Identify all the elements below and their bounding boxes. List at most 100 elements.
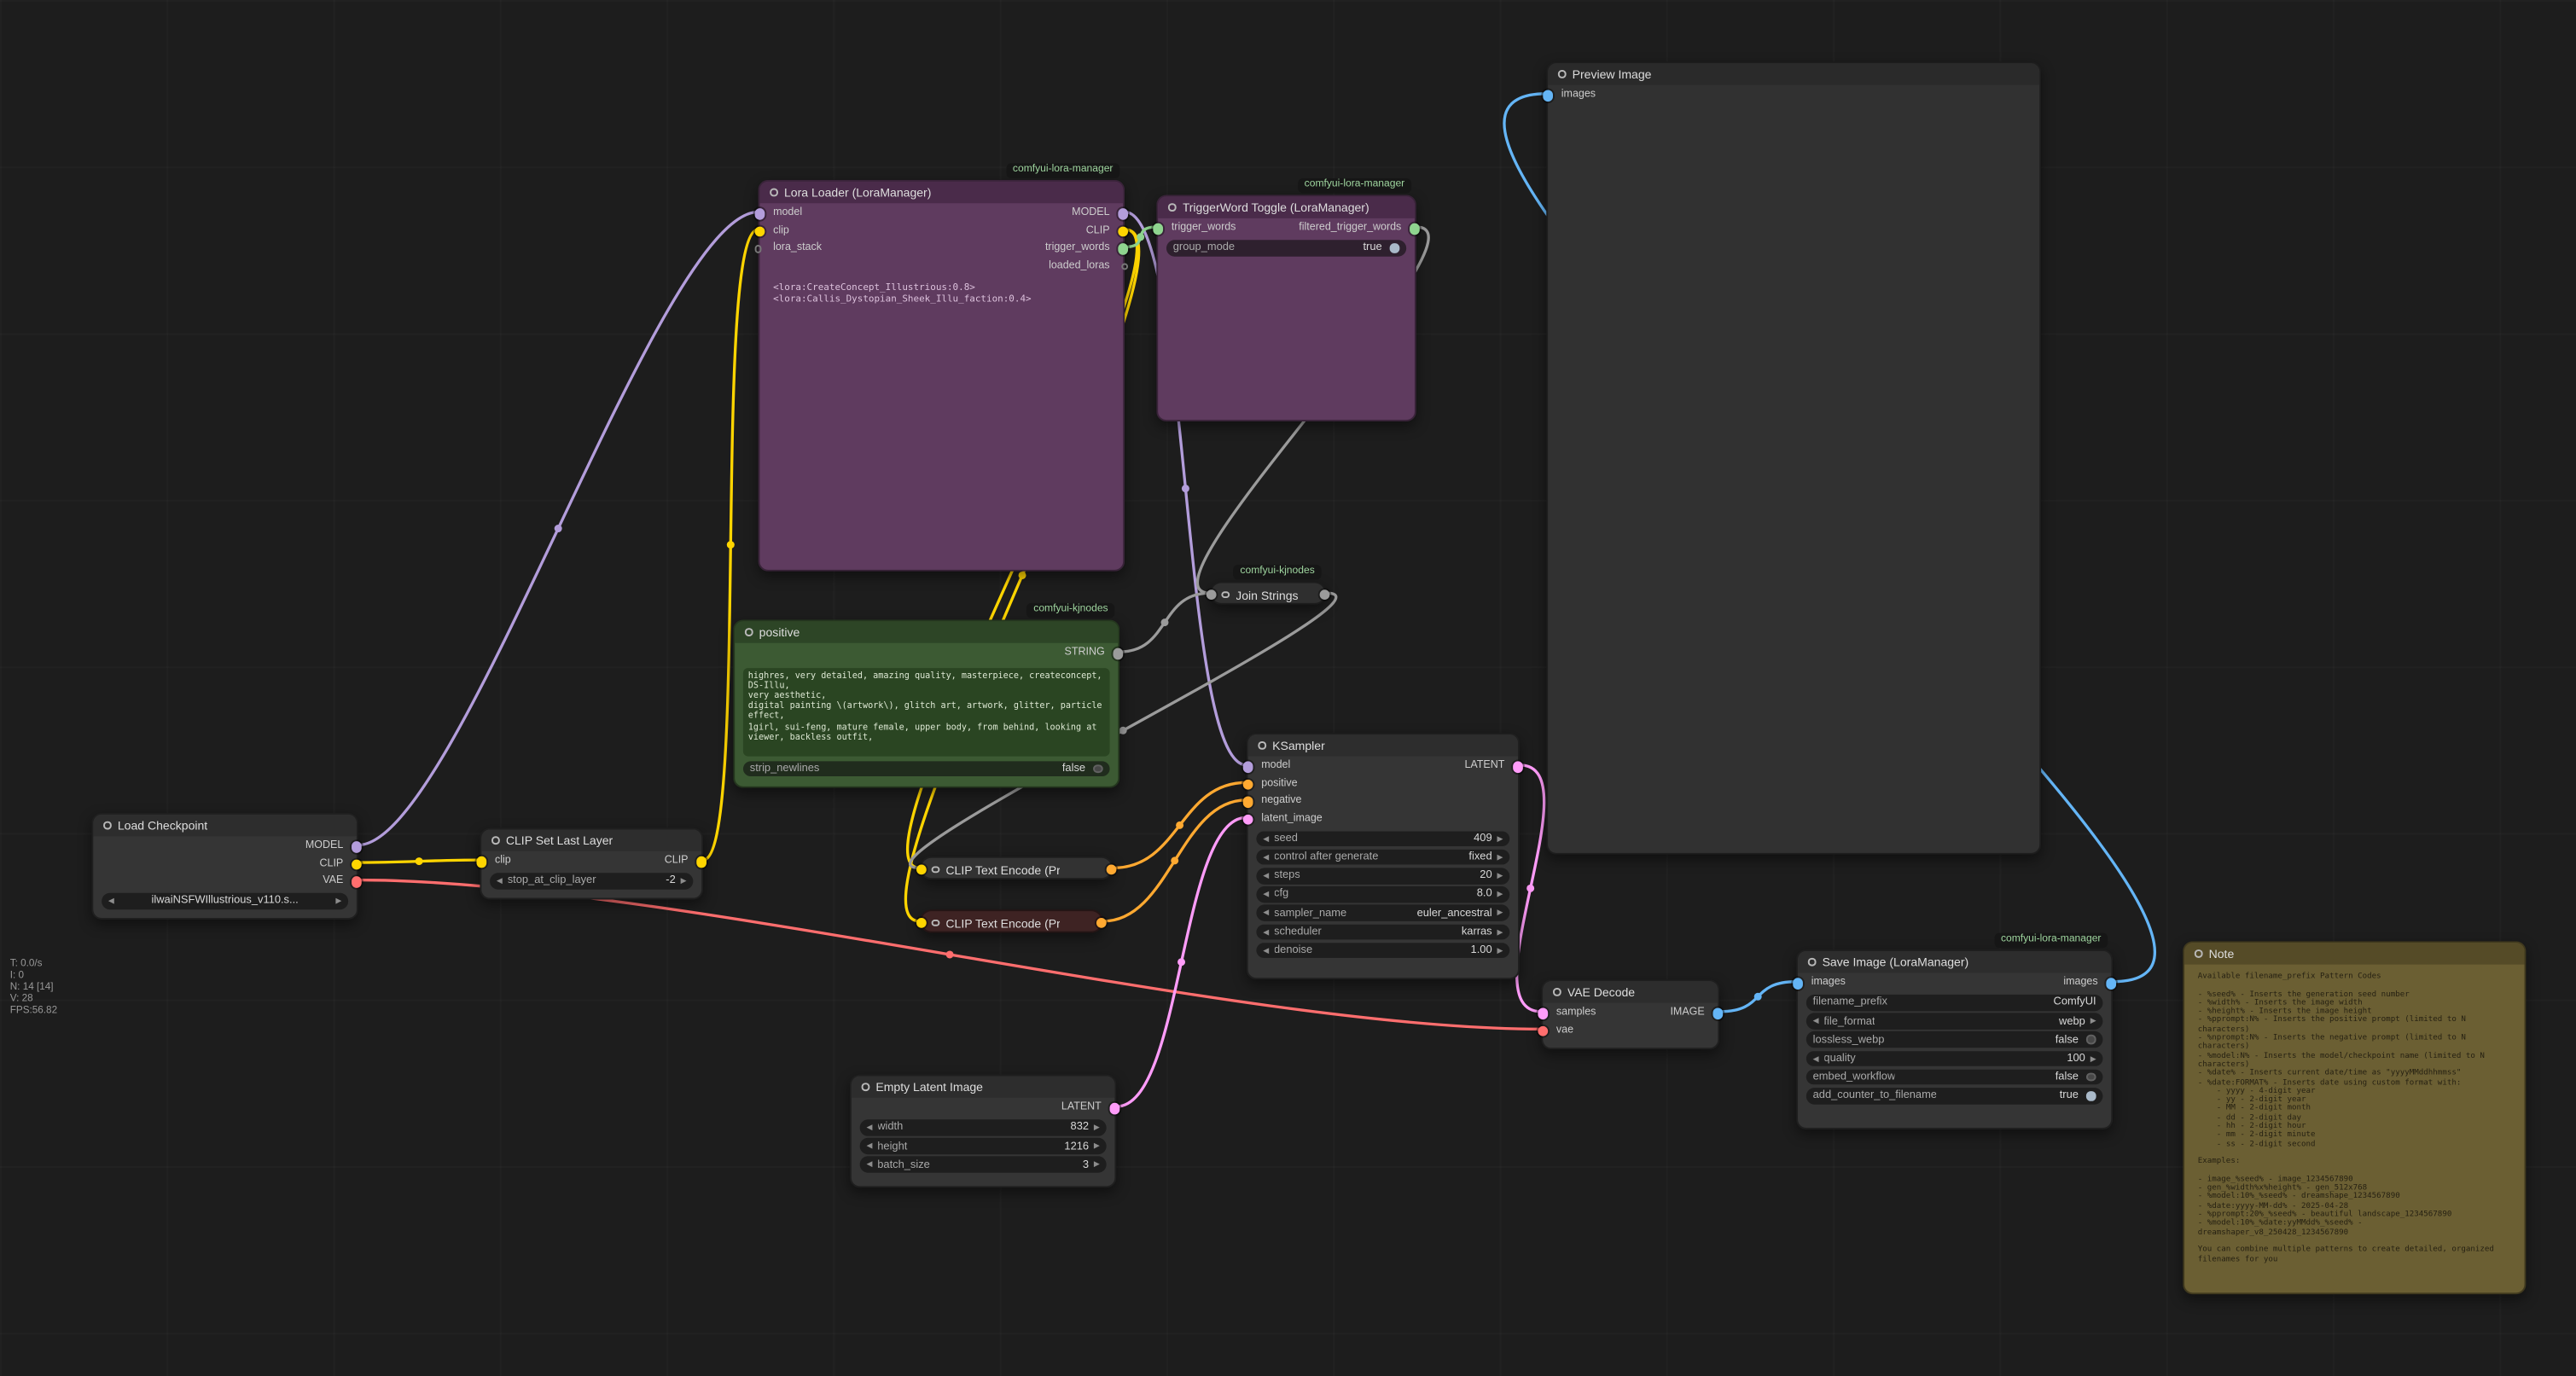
node-header-vae-decode[interactable]: VAE Decode	[1543, 981, 1718, 1002]
decrement-arrow-icon[interactable]: ◀	[1263, 905, 1269, 921]
node-header-join-strings[interactable]: Join Strings	[1212, 583, 1325, 606]
increment-arrow-icon[interactable]: ▶	[1094, 1157, 1100, 1173]
output-slot-dot[interactable]	[1106, 864, 1117, 875]
node-header-empty-latent-image[interactable]: Empty Latent Image	[852, 1077, 1115, 1098]
collapse-toggle-icon[interactable]	[1168, 204, 1176, 212]
widget-denoise[interactable]: ◀denoise1.00▶	[1256, 943, 1509, 959]
widget-batch-size[interactable]: ◀batch_size3▶	[860, 1157, 1107, 1173]
collapse-toggle-icon[interactable]	[1808, 958, 1816, 966]
node-header-positive-prompt[interactable]: positive	[735, 621, 1118, 642]
widget-quality[interactable]: ◀quality100▶	[1806, 1051, 2103, 1067]
decrement-arrow-icon[interactable]: ◀	[108, 893, 114, 909]
decrement-arrow-icon[interactable]: ◀	[1263, 831, 1269, 847]
collapse-toggle-icon[interactable]	[745, 629, 753, 636]
widget-lossless-webp[interactable]: lossless_webpfalse	[1806, 1032, 2103, 1048]
widget-stop-at-clip-layer[interactable]: ◀stop_at_clip_layer-2▶	[490, 873, 693, 889]
node-lora-loader[interactable]: comfyui-lora-managerLora Loader (LoraMan…	[759, 180, 1125, 572]
widget-sampler-name[interactable]: ◀sampler_nameeuler_ancestral▶	[1256, 905, 1509, 921]
widget-file-format[interactable]: ◀file_formatwebp▶	[1806, 1013, 2103, 1030]
input-clip-dot[interactable]	[476, 856, 487, 868]
node-header-ksampler[interactable]: KSampler	[1248, 734, 1518, 756]
decrement-arrow-icon[interactable]: ◀	[1263, 868, 1269, 884]
node-join-strings[interactable]: comfyui-kjnodesJoin Strings	[1210, 582, 1327, 605]
decrement-arrow-icon[interactable]: ◀	[866, 1119, 872, 1135]
node-header-load-checkpoint[interactable]: Load Checkpoint	[93, 815, 357, 836]
toggle-on-dot[interactable]	[1390, 243, 1399, 253]
node-clip-text-encode-negative[interactable]: CLIP Text Encode (Pr	[920, 909, 1103, 932]
widget-control-after-generate[interactable]: ◀control after generatefixed▶	[1256, 850, 1509, 866]
collapse-toggle-icon[interactable]	[770, 189, 777, 196]
node-clip-set-last-layer[interactable]: CLIP Set Last LayerclipCLIP◀stop_at_clip…	[480, 828, 703, 900]
increment-arrow-icon[interactable]: ▶	[1497, 924, 1503, 940]
output-clip-dot[interactable]	[696, 856, 707, 868]
output-string-dot[interactable]	[1113, 648, 1124, 659]
node-positive-prompt[interactable]: comfyui-kjnodespositiveSTRINGhighres, ve…	[733, 619, 1119, 787]
input-vae-dot[interactable]	[1538, 1025, 1549, 1036]
decrement-arrow-icon[interactable]: ◀	[1263, 943, 1269, 959]
output-clip-dot[interactable]	[352, 859, 363, 870]
widget-seed[interactable]: ◀seed409▶	[1256, 831, 1509, 847]
widget-add-counter-to-filename[interactable]: add_counter_to_filenametrue	[1806, 1088, 2103, 1104]
output-latent-dot[interactable]	[1109, 1103, 1120, 1114]
widget-embed-workflow[interactable]: embed_workflowfalse	[1806, 1069, 2103, 1085]
input-lora-stack-dot[interactable]	[754, 245, 762, 253]
collapse-toggle-icon[interactable]	[932, 919, 939, 926]
collapse-toggle-icon[interactable]	[491, 837, 499, 845]
output-model-dot[interactable]	[352, 841, 363, 852]
widget-cfg[interactable]: ◀cfg8.0▶	[1256, 886, 1509, 903]
input-clip-dot[interactable]	[754, 226, 765, 237]
widget-height[interactable]: ◀height1216▶	[860, 1138, 1107, 1154]
widget-scheduler[interactable]: ◀schedulerkarras▶	[1256, 924, 1509, 940]
output-image-dot[interactable]	[1712, 1007, 1724, 1019]
toggle-off-dot[interactable]	[2087, 1036, 2096, 1045]
decrement-arrow-icon[interactable]: ◀	[1813, 1013, 1819, 1030]
node-header-clip-set-last-layer[interactable]: CLIP Set Last Layer	[481, 829, 701, 851]
increment-arrow-icon[interactable]: ▶	[1497, 905, 1503, 921]
decrement-arrow-icon[interactable]: ◀	[866, 1157, 872, 1173]
input-model-dot[interactable]	[1242, 761, 1253, 772]
output-slot-dot[interactable]	[1319, 589, 1330, 600]
node-clip-text-encode-positive[interactable]: CLIP Text Encode (Pr	[920, 856, 1114, 880]
increment-arrow-icon[interactable]: ▶	[2090, 1013, 2096, 1030]
collapse-toggle-icon[interactable]	[1558, 70, 1566, 78]
increment-arrow-icon[interactable]: ▶	[1497, 831, 1503, 847]
output-latent-dot[interactable]	[1513, 761, 1524, 772]
node-load-checkpoint[interactable]: Load CheckpointMODELCLIPVAE◀ilwaiNSFWIll…	[91, 813, 358, 920]
node-vae-decode[interactable]: VAE DecodesamplesIMAGEvae	[1541, 979, 1719, 1049]
output-slot-dot[interactable]	[1096, 917, 1108, 928]
increment-arrow-icon[interactable]: ▶	[1497, 886, 1503, 903]
increment-arrow-icon[interactable]: ▶	[1497, 943, 1503, 959]
input-images-dot[interactable]	[1792, 978, 1803, 989]
graph-canvas[interactable]: Load CheckpointMODELCLIPVAE◀ilwaiNSFWIll…	[0, 0, 2576, 1376]
increment-arrow-icon[interactable]: ▶	[681, 873, 687, 889]
increment-arrow-icon[interactable]: ▶	[1094, 1119, 1100, 1135]
decrement-arrow-icon[interactable]: ◀	[497, 873, 503, 889]
widget-filename-prefix[interactable]: filename_prefixComfyUI	[1806, 995, 2103, 1011]
collapse-toggle-icon[interactable]	[2195, 949, 2202, 957]
input-positive-dot[interactable]	[1242, 779, 1253, 790]
collapse-toggle-icon[interactable]	[862, 1083, 869, 1091]
toggle-off-dot[interactable]	[1094, 763, 1103, 773]
node-header-clip-text-encode-negative[interactable]: CLIP Text Encode (Pr	[922, 911, 1102, 934]
input-negative-dot[interactable]	[1242, 796, 1253, 807]
input-latent-image-dot[interactable]	[1242, 814, 1253, 825]
collapse-toggle-icon[interactable]	[1553, 988, 1561, 996]
collapse-toggle-icon[interactable]	[1221, 591, 1229, 599]
node-preview-image[interactable]: Preview Imageimages	[1546, 61, 2041, 855]
decrement-arrow-icon[interactable]: ◀	[1263, 924, 1269, 940]
increment-arrow-icon[interactable]: ▶	[2090, 1051, 2096, 1067]
input-model-dot[interactable]	[754, 208, 765, 219]
output-images-dot[interactable]	[2106, 978, 2117, 989]
input-images-dot[interactable]	[1543, 90, 1554, 101]
toggle-off-dot[interactable]	[2087, 1072, 2096, 1082]
node-header-preview-image[interactable]: Preview Image	[1548, 63, 2039, 84]
node-header-triggerword-toggle[interactable]: TriggerWord Toggle (LoraManager)	[1158, 196, 1415, 218]
output-vae-dot[interactable]	[352, 876, 363, 887]
increment-arrow-icon[interactable]: ▶	[1497, 850, 1503, 866]
node-text-note[interactable]: Available filename_prefix Pattern Codes …	[2193, 970, 2516, 1268]
node-save-image[interactable]: comfyui-lora-managerSave Image (LoraMana…	[1796, 949, 2113, 1129]
node-header-save-image[interactable]: Save Image (LoraManager)	[1798, 951, 2111, 972]
decrement-arrow-icon[interactable]: ◀	[1813, 1051, 1819, 1067]
output-clip-dot[interactable]	[1118, 226, 1129, 237]
input-trigger-words-dot[interactable]	[1153, 224, 1164, 235]
